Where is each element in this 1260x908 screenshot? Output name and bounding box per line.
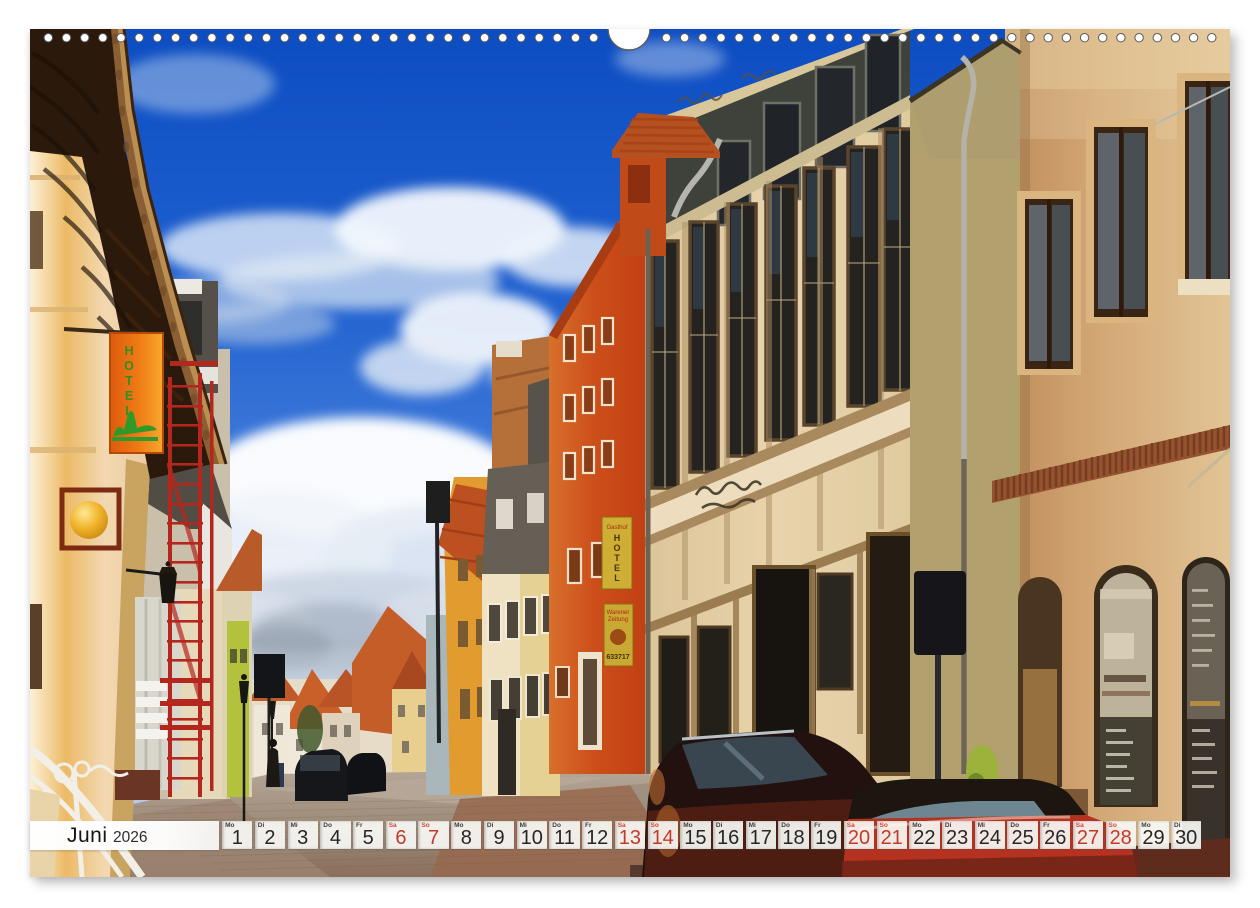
svg-text:T: T [125,374,133,388]
svg-text:H: H [614,533,621,543]
svg-text:L: L [614,573,620,583]
svg-text:E: E [614,563,620,573]
svg-text:O: O [124,359,134,373]
svg-text:Warener: Warener [607,610,630,616]
svg-text:H: H [124,344,133,358]
svg-text:T: T [614,553,620,563]
svg-text:E: E [125,389,133,403]
svg-text:633717: 633717 [606,654,629,661]
svg-text:Zeitung: Zeitung [608,617,628,623]
svg-text:O: O [613,543,620,553]
svg-text:Gasthof: Gasthof [606,525,627,531]
